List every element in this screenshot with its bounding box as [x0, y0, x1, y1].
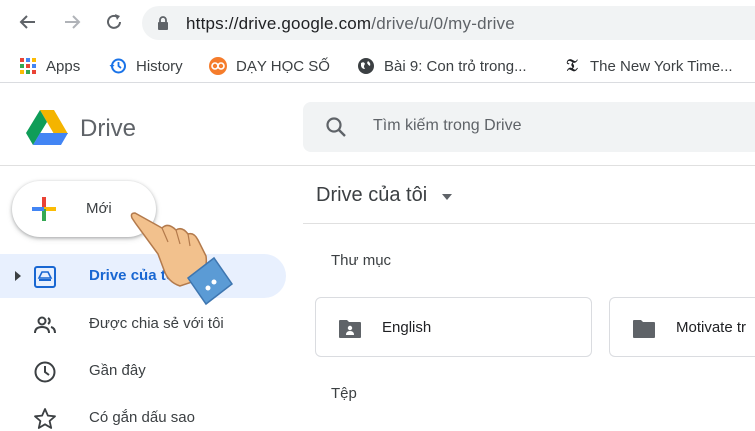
bookmark-label: Apps: [46, 57, 81, 75]
sidebar-item-label: Có gắn dấu sao: [89, 409, 195, 426]
bookmark-label: The New York Time...: [590, 57, 733, 75]
folder-icon: [633, 320, 655, 338]
browser-toolbar: https://drive.google.com/drive/u/0/my-dr…: [0, 0, 755, 47]
recent-clock-icon: [34, 361, 56, 383]
files-section-label: Tệp: [331, 385, 357, 402]
screenshot-root: https://drive.google.com/drive/u/0/my-dr…: [0, 0, 755, 431]
folder-card[interactable]: Motivate tr: [609, 297, 755, 357]
sidebar-item-shared[interactable]: Được chia sẻ với tôi: [0, 302, 286, 346]
bookmark-label: DẠY HỌC SỐ: [236, 57, 330, 75]
folder-name: Motivate tr: [676, 319, 747, 336]
new-button-label: Mới: [86, 200, 112, 217]
bookmarks-bar: Apps History DẠY HỌC SỐ Bài 9: Con trỏ t…: [0, 47, 755, 83]
sidebar-item-recent[interactable]: Gần đây: [0, 349, 286, 393]
url-path: /drive/u/0/my-drive: [371, 14, 515, 33]
lock-icon: [158, 16, 168, 30]
sidebar-item-label: Được chia sẻ với tôi: [89, 315, 224, 332]
drive-logo-icon[interactable]: [25, 109, 69, 150]
nyt-icon: 𝔗: [566, 56, 578, 76]
folder-name: English: [382, 319, 432, 336]
bookmark-bai9[interactable]: Bài 9: Con trỏ trong...: [356, 56, 527, 76]
bookmark-apps[interactable]: Apps: [18, 56, 80, 76]
history-icon: [108, 56, 128, 76]
search-icon[interactable]: [325, 116, 347, 138]
my-drive-icon: [34, 266, 56, 288]
page-title-text: Drive của tôi: [316, 184, 428, 206]
bookmark-nyt[interactable]: 𝔗 The New York Time...: [562, 56, 733, 76]
forward-arrow-icon: [65, 15, 81, 29]
star-icon: [34, 408, 56, 429]
bookmark-history[interactable]: History: [108, 56, 183, 76]
plus-icon: [32, 197, 56, 221]
reload-icon: [107, 14, 121, 29]
folders-section-label: Thư mục: [331, 252, 392, 269]
page-title[interactable]: Drive của tôi: [316, 184, 453, 207]
search-bar[interactable]: Tìm kiếm trong Drive: [303, 102, 755, 152]
url-host: https://drive.google.com: [186, 14, 372, 33]
pointing-hand-icon: [130, 212, 234, 306]
search-input[interactable]: Tìm kiếm trong Drive: [373, 117, 521, 135]
url-text: https://drive.google.com/drive/u/0/my-dr…: [186, 14, 515, 34]
back-arrow-icon: [19, 15, 35, 29]
globe-icon: [356, 56, 376, 76]
folder-card[interactable]: English: [315, 297, 592, 357]
app-name: Drive: [80, 115, 137, 142]
sidebar-item-label: Gần đây: [89, 362, 146, 379]
shared-folder-icon: [339, 320, 361, 338]
apps-grid-icon: [18, 56, 38, 76]
dayhocso-icon: [208, 56, 228, 76]
chevron-down-icon[interactable]: [441, 184, 453, 207]
drive-header: Drive Tìm kiếm trong Drive: [0, 84, 755, 166]
header-divider: [303, 223, 755, 224]
shared-with-me-icon: [34, 316, 56, 334]
reload-button[interactable]: [102, 10, 126, 34]
bookmark-label: History: [136, 57, 183, 75]
expand-arrow-icon[interactable]: [14, 270, 22, 282]
forward-button[interactable]: [60, 10, 84, 34]
sidebar-item-starred[interactable]: Có gắn dấu sao: [0, 396, 286, 431]
bookmark-dayhocso[interactable]: DẠY HỌC SỐ: [208, 56, 330, 76]
address-bar[interactable]: https://drive.google.com/drive/u/0/my-dr…: [142, 6, 755, 40]
back-button[interactable]: [16, 10, 40, 34]
bookmark-label: Bài 9: Con trỏ trong...: [384, 57, 527, 75]
